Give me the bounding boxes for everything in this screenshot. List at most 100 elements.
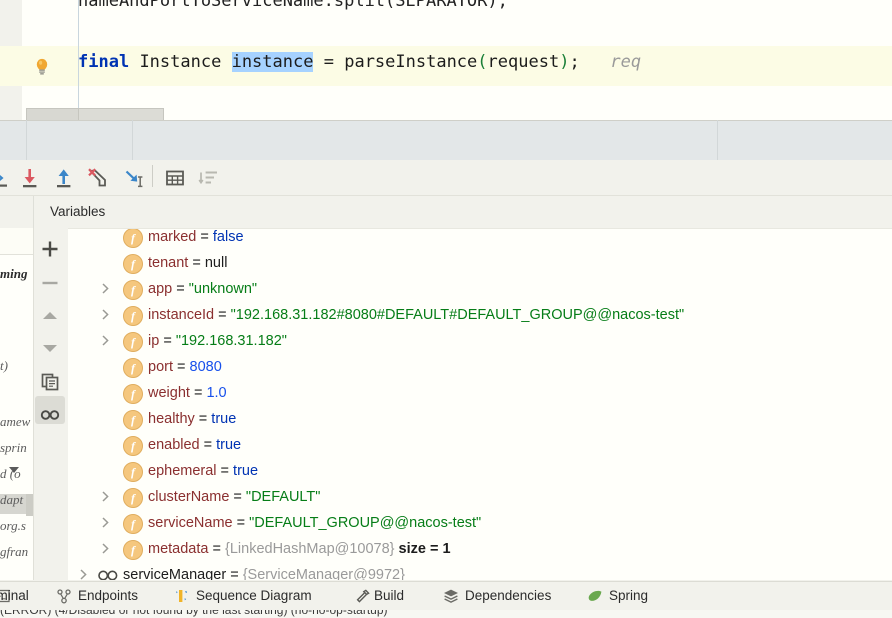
variable-row[interactable]: f instanceId = "192.168.31.182#8080#DEFAU… — [68, 302, 892, 328]
variable-row[interactable]: f marked = false — [68, 228, 892, 250]
variable-name: app — [148, 281, 173, 297]
variable-row[interactable]: f weight = 1.0 — [68, 380, 892, 406]
token-argument: request — [487, 52, 560, 72]
move-up-icon[interactable] — [39, 305, 61, 327]
remove-watch-icon[interactable] — [39, 272, 61, 294]
expand-chevron-icon[interactable] — [100, 334, 111, 347]
move-down-icon[interactable] — [39, 337, 61, 359]
variable-value: false — [212, 229, 244, 245]
variable-text: metadata = {LinkedHashMap@10078} size = … — [148, 540, 451, 558]
variable-row[interactable]: f metadata = {LinkedHashMap@10078} size =… — [68, 536, 892, 562]
variables-header-bar — [0, 196, 892, 229]
variable-row[interactable]: f healthy = true — [68, 406, 892, 432]
frames-scrollbar-thumb[interactable] — [26, 494, 33, 516]
step-out-icon[interactable] — [52, 166, 76, 190]
tool-window-sequence-diagram[interactable]: Sequence Diagram — [196, 588, 312, 606]
expand-chevron-icon[interactable] — [78, 568, 89, 580]
variable-row[interactable]: f enabled = true — [68, 432, 892, 458]
frames-panel-clipped[interactable]: ming t) amew sprin d (o dapt org.s gfran — [0, 228, 33, 580]
variable-name: ip — [148, 333, 160, 349]
variable-equals: = — [214, 307, 231, 323]
variable-text: healthy = true — [148, 410, 236, 428]
tab-strip-top-border — [0, 120, 892, 121]
frame-fragment-3[interactable]: sprin — [0, 440, 27, 456]
expand-chevron-icon[interactable] — [100, 516, 111, 529]
frame-fragment-1[interactable]: t) — [0, 358, 8, 374]
tool-window-build[interactable]: Build — [374, 588, 404, 606]
variable-text: app = "unknown" — [148, 280, 257, 298]
tool-window-endpoints[interactable]: Endpoints — [78, 588, 138, 606]
variables-tree[interactable]: f marked = false f tenant = null f app = "unk… — [68, 228, 892, 580]
tool-window-terminal[interactable]: rminal — [0, 588, 29, 606]
copy-icon[interactable] — [39, 371, 61, 393]
variable-row[interactable]: f app = "unknown" — [68, 276, 892, 302]
token-close-paren: ) — [559, 52, 570, 72]
expand-chevron-icon[interactable] — [100, 490, 111, 503]
add-watch-icon[interactable] — [39, 238, 61, 260]
frame-fragment-5[interactable]: dapt — [0, 492, 23, 508]
tab-divider-3 — [717, 120, 718, 160]
tool-window-spring[interactable]: Spring — [609, 588, 648, 606]
variable-equals: = — [208, 541, 225, 557]
tab-divider-1 — [26, 120, 27, 160]
expand-chevron-icon[interactable] — [100, 282, 111, 295]
watches-icon[interactable] — [39, 404, 61, 426]
variable-row[interactable]: f clusterName = "DEFAULT" — [68, 484, 892, 510]
variable-name: clusterName — [148, 489, 230, 505]
variable-text: ephemeral = true — [148, 462, 258, 480]
debug-tab-strip[interactable] — [0, 120, 892, 161]
variable-row[interactable]: f port = 8080 — [68, 354, 892, 380]
field-icon: f — [123, 384, 143, 404]
field-icon: f — [123, 410, 143, 430]
expand-chevron-icon[interactable] — [100, 542, 111, 555]
spring-leaf-icon — [588, 590, 602, 601]
variable-row[interactable]: f serviceName = "DEFAULT_GROUP@@nacos-tes… — [68, 510, 892, 536]
token-semicolon: ; — [569, 52, 580, 72]
variable-equals: = — [159, 333, 176, 349]
frames-thread-selector[interactable] — [0, 228, 33, 473]
variable-row[interactable]: serviceManager = {ServiceManager@9972} — [68, 562, 892, 580]
variable-text: instanceId = "192.168.31.182#8080#DEFAUL… — [148, 306, 684, 324]
variable-value: 8080 — [189, 359, 222, 375]
code-editor[interactable]: nameAndPortToServiceName.split(SEPARATOR… — [0, 0, 892, 120]
variable-equals: = — [188, 255, 205, 271]
code-line-clipped[interactable]: nameAndPortToServiceName.split(SEPARATOR… — [78, 0, 508, 11]
editor-horizontal-scrollbar-thumb-inner[interactable] — [78, 108, 164, 120]
variable-row[interactable]: f ephemeral = true — [68, 458, 892, 484]
toolbar-separator — [152, 165, 153, 187]
field-icon: f — [123, 488, 143, 508]
show-as-table-icon[interactable] — [163, 166, 187, 190]
expand-chevron-icon[interactable] — [100, 308, 111, 321]
chevron-down-icon[interactable] — [9, 467, 19, 473]
variable-name: serviceName — [148, 515, 233, 531]
variable-row[interactable]: f tenant = null — [68, 250, 892, 276]
variable-name: port — [148, 359, 173, 375]
variable-name: marked — [148, 229, 197, 245]
frame-fragment-6[interactable]: org.s — [0, 518, 26, 534]
tool-window-dependencies[interactable]: Dependencies — [465, 588, 551, 606]
frame-fragment-0[interactable]: ming — [0, 266, 27, 282]
variable-text: serviceManager = {ServiceManager@9972} — [123, 566, 405, 580]
sort-values-icon[interactable] — [197, 166, 221, 190]
variable-text: port = 8080 — [148, 358, 222, 376]
variable-value: null — [204, 255, 228, 271]
code-line-current[interactable]: final Instance instance = parseInstance(… — [78, 52, 641, 72]
variable-value: true — [233, 463, 259, 479]
variable-value: "DEFAULT" — [245, 489, 321, 505]
frame-fragment-2[interactable]: amew — [0, 414, 30, 430]
frame-fragment-7[interactable]: gfran — [0, 544, 28, 560]
variables-tree-top-border — [68, 228, 892, 229]
token-selected-identifier[interactable]: instance — [231, 52, 314, 72]
field-icon: f — [123, 514, 143, 534]
step-into-icon[interactable] — [18, 166, 42, 190]
variable-name: tenant — [148, 255, 189, 271]
run-to-cursor-icon[interactable] — [122, 166, 146, 190]
variable-equals: = — [194, 411, 212, 427]
variable-name: metadata — [148, 541, 209, 557]
variable-size-label: size = 1 — [398, 541, 451, 557]
force-step-into-icon[interactable] — [86, 166, 110, 190]
evaluate-expression-icon[interactable] — [0, 166, 16, 190]
lightbulb-icon[interactable] — [34, 58, 50, 75]
variables-header-divider — [33, 196, 34, 228]
variable-row[interactable]: f ip = "192.168.31.182" — [68, 328, 892, 354]
